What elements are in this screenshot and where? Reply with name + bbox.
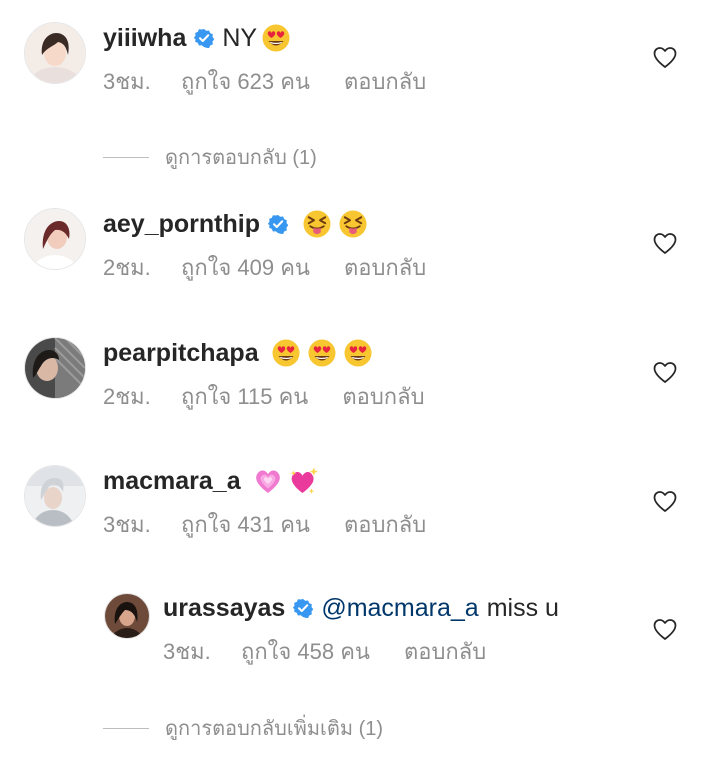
likes-count[interactable]: ถูกใจ 115 คน [181,379,308,414]
comment-time: 2ชม. [103,384,151,409]
view-more-replies-label: ดูการตอบกลับเพิ่มเติม (1) [165,718,384,740]
reply-button[interactable]: ตอบกลับ [344,507,426,542]
like-heart-icon[interactable] [652,618,678,642]
reply-button[interactable]: ตอบกลับ [404,634,486,669]
heart-eyes-emoji [343,338,373,368]
mention-link[interactable]: @macmara_a [321,592,478,624]
likes-count[interactable]: ถูกใจ 409 คน [181,250,310,285]
sparkling-heart-emoji [289,466,319,496]
view-replies-label: ดูการตอบกลับ (1) [165,147,317,169]
reply-button[interactable]: ตอบกลับ [344,250,426,285]
avatar[interactable] [24,337,86,399]
heart-eyes-emoji [271,338,301,368]
comment-text: miss u [486,594,559,622]
view-replies-button[interactable]: ดูการตอบกลับ (1) [103,141,317,173]
like-heart-icon[interactable] [652,361,678,385]
avatar[interactable] [104,593,150,639]
reply-button[interactable]: ตอบกลับ [342,379,424,414]
avatar[interactable] [24,22,86,84]
verified-badge-icon [293,598,313,618]
likes-count[interactable]: ถูกใจ 431 คน [181,507,310,542]
like-heart-icon[interactable] [652,490,678,514]
divider-line [103,727,149,729]
verified-badge-icon [194,28,214,48]
divider-line [103,156,149,158]
view-more-replies-button[interactable]: ดูการตอบกลับเพิ่มเติม (1) [103,712,383,744]
like-heart-icon[interactable] [652,46,678,70]
likes-count[interactable]: ถูกใจ 623 คน [181,64,310,99]
comment-time: 3ชม. [163,639,211,664]
comment-time: 3ชม. [103,512,151,537]
likes-count[interactable]: ถูกใจ 458 คน [241,634,370,669]
growing-heart-emoji [253,466,283,496]
comment-username[interactable]: aey_pornthip [103,208,260,240]
comment-username[interactable]: pearpitchapa [103,337,259,369]
like-heart-icon[interactable] [652,232,678,256]
squinting-tongue-emoji [338,209,368,239]
reply-button[interactable]: ตอบกลับ [344,64,426,99]
avatar[interactable] [24,465,86,527]
verified-badge-icon [268,214,288,234]
heart-eyes-emoji [307,338,337,368]
comment-username[interactable]: urassayas [163,592,285,624]
comment-username[interactable]: yiiiwha [103,22,186,54]
comment-text: NY [222,24,258,52]
comment-time: 2ชม. [103,255,151,280]
comment-time: 3ชม. [103,69,151,94]
squinting-tongue-emoji [302,209,332,239]
heart-eyes-emoji [261,23,291,53]
comment-username[interactable]: macmara_a [103,465,241,497]
avatar[interactable] [24,208,86,270]
